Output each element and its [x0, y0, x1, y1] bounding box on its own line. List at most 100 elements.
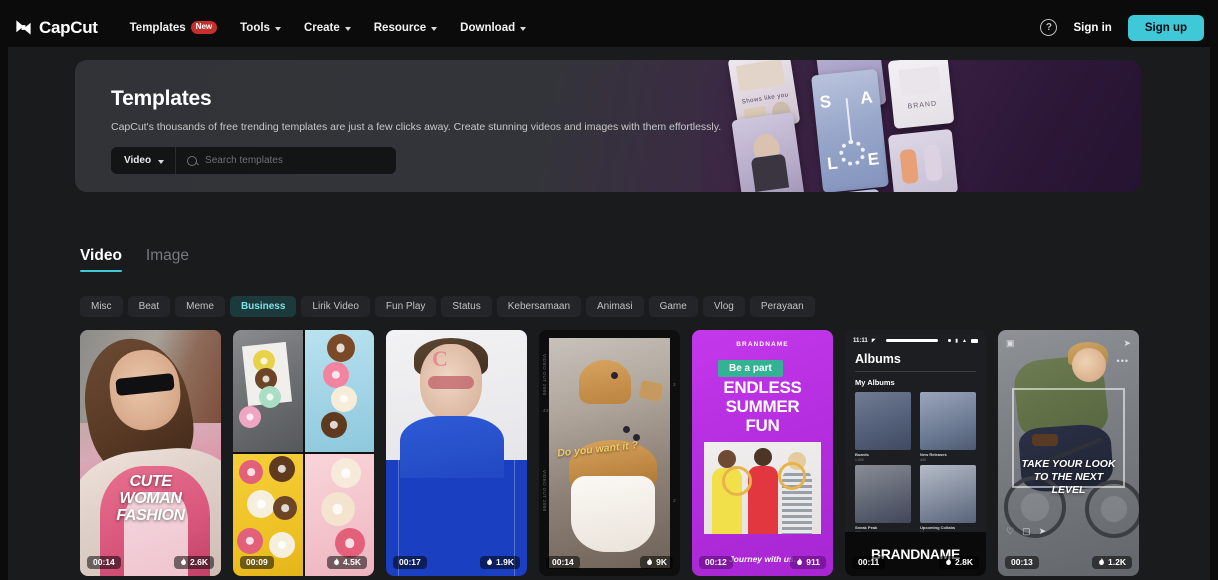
hero-art-card-sale: S A L E [811, 68, 889, 192]
likes-badge: 1.2K [1092, 555, 1132, 569]
thumb-art-layer [579, 360, 631, 404]
phone-status-bar: 11:11 ◤ ▮ ▲ [853, 336, 978, 345]
flame-icon [487, 558, 492, 566]
template-card[interactable]: 11:11 ◤ ▮ ▲ Albums My Albums Boards 1,00… [845, 330, 986, 580]
nav-item-download[interactable]: Download [460, 21, 527, 34]
nav-item-label: Templates [129, 21, 186, 34]
thumb-ui-top-bar: ▣ ➤ [1006, 338, 1131, 348]
thumb-tag-text: Be a part [718, 360, 783, 377]
template-thumbnail[interactable]: 11:11 ◤ ▮ ▲ Albums My Albums Boards 1,00… [845, 330, 986, 576]
chip-game[interactable]: Game [648, 296, 698, 317]
phone-notch [885, 339, 939, 342]
template-card[interactable]: C 00:17 1.9K Digital Equipment Amazon Pr… [386, 330, 527, 580]
thumb-art-layer [1072, 348, 1106, 382]
search-bar: Video [111, 147, 396, 174]
album-cell: Boards 1,000 [855, 392, 911, 462]
media-type-select[interactable]: Video [111, 147, 177, 174]
likes-badge: 1.9K [480, 555, 520, 569]
page-title: Templates [111, 87, 212, 110]
duration-badge: 00:13 [1005, 555, 1039, 569]
thumb-art-layer [754, 448, 772, 466]
chevron-down-icon [431, 26, 438, 31]
chip-beat[interactable]: Beat [127, 296, 171, 317]
album-cell: Sneak Peak 235 [855, 465, 911, 535]
chip-meme[interactable]: Meme [175, 296, 225, 317]
album-name: Boards [855, 452, 869, 457]
chip-animasi[interactable]: Animasi [586, 296, 644, 317]
nav-item-resource[interactable]: Resource [374, 22, 438, 34]
location-icon: ◤ [871, 337, 876, 344]
nav-item-label: Create [303, 21, 340, 34]
search-input[interactable] [205, 155, 396, 166]
template-thumbnail[interactable]: CUTE WOMAN FASHION 00:14 2.6K [80, 330, 221, 576]
tab-video[interactable]: Video [80, 247, 122, 272]
nav-item-create[interactable]: Create [304, 22, 351, 34]
hero-art-letter: A [859, 87, 874, 108]
template-card[interactable]: 00:09 4.5K Food Product Display – Light&… [233, 330, 374, 580]
comment-icon: ▢ [1022, 525, 1031, 536]
thumb-art-layer [320, 412, 347, 438]
hero-art-card: BRAND [887, 60, 955, 129]
flame-icon [1099, 558, 1104, 566]
likes-badge: 2.6K [174, 555, 214, 569]
template-thumbnail[interactable]: ▣ ➤ ••• TAKE YOUR LOOK TO THE NEXT LEVEL [998, 330, 1139, 576]
template-card[interactable]: BRANDNAME Be a part ENDLESS SUMMER FUN J… [692, 330, 833, 580]
chip-lirik-video[interactable]: Lirik Video [301, 296, 370, 317]
thumb-art-layer [638, 379, 664, 403]
chip-business[interactable]: Business [229, 296, 297, 317]
help-icon[interactable]: ? [1040, 19, 1058, 36]
thumb-brand-bar: BRANDNAME [845, 532, 986, 576]
hero-art-letter: E [866, 149, 881, 170]
sign-in-button[interactable]: Sign in [1073, 22, 1111, 34]
sign-up-button[interactable]: Sign up [1127, 14, 1204, 41]
album-count: 440 [920, 458, 926, 462]
chip-kebersamaan[interactable]: Kebersamaan [496, 296, 582, 317]
thumb-art-layer [304, 330, 374, 452]
hero-banner: Shows like you S A L E BRAND Templates C… [75, 60, 1141, 192]
hero-decorative-art: Shows like you S A L E BRAND [701, 60, 1141, 192]
template-card[interactable]: CUTE WOMAN FASHION 00:14 2.6K Cute Fashi… [80, 330, 221, 580]
template-thumbnail[interactable]: 00:09 4.5K [233, 330, 374, 576]
main-content: Shows like you S A L E BRAND Templates C… [8, 47, 1210, 580]
thumb-art-layer [247, 490, 275, 518]
media-tabs: Video Image [80, 247, 189, 272]
hero-subtitle: CapCut's thousands of free trending temp… [111, 121, 722, 133]
thumb-art-layer [571, 476, 655, 552]
chevron-down-icon [274, 26, 281, 31]
album-image [855, 392, 911, 450]
template-card[interactable]: Do you want it ? VIDEO OUT 2000 VIDEO OU… [539, 330, 680, 580]
thumb-art-layer [611, 372, 618, 379]
chip-fun-play[interactable]: Fun Play [374, 296, 437, 317]
thumb-art-layer [233, 330, 303, 452]
thumb-art-layer [259, 386, 281, 408]
brand-logo[interactable]: CapCut [14, 18, 98, 38]
duration-badge: 00:09 [240, 555, 274, 569]
nav-item-label: Download [460, 21, 516, 34]
likes-count: 911 [806, 557, 820, 567]
nav-item-templates[interactable]: Templates New [129, 21, 218, 34]
chevron-down-icon [520, 26, 527, 31]
flame-icon [647, 558, 653, 566]
chip-misc[interactable]: Misc [80, 296, 123, 317]
phone-subheading: My Albums [855, 378, 895, 387]
camera-icon: ▣ [1006, 337, 1015, 348]
chip-status[interactable]: Status [441, 296, 492, 317]
template-thumbnail[interactable]: BRANDNAME Be a part ENDLESS SUMMER FUN J… [692, 330, 833, 576]
template-thumbnail[interactable]: C 00:17 1.9K [386, 330, 527, 576]
nav-item-tools[interactable]: Tools [240, 22, 281, 34]
thumb-overlay-text: C [432, 346, 448, 371]
chip-vlog[interactable]: Vlog [702, 296, 745, 317]
template-thumbnail[interactable]: Do you want it ? VIDEO OUT 2000 VIDEO OU… [539, 330, 680, 576]
thumb-art-layer [239, 406, 261, 428]
search-icon [187, 155, 198, 166]
film-strip-mark: 2 [673, 382, 676, 387]
thumb-art-layer [322, 362, 349, 388]
tab-image[interactable]: Image [146, 247, 189, 272]
duration-badge: 00:14 [546, 555, 580, 569]
album-name: Sneak Peak [855, 525, 878, 530]
duration-badge: 00:17 [393, 555, 427, 569]
chevron-down-icon [344, 26, 351, 31]
template-card[interactable]: ▣ ➤ ••• TAKE YOUR LOOK TO THE NEXT LEVEL [998, 330, 1139, 580]
chip-perayaan[interactable]: Perayaan [749, 296, 815, 317]
thumb-art-layer [748, 466, 778, 534]
